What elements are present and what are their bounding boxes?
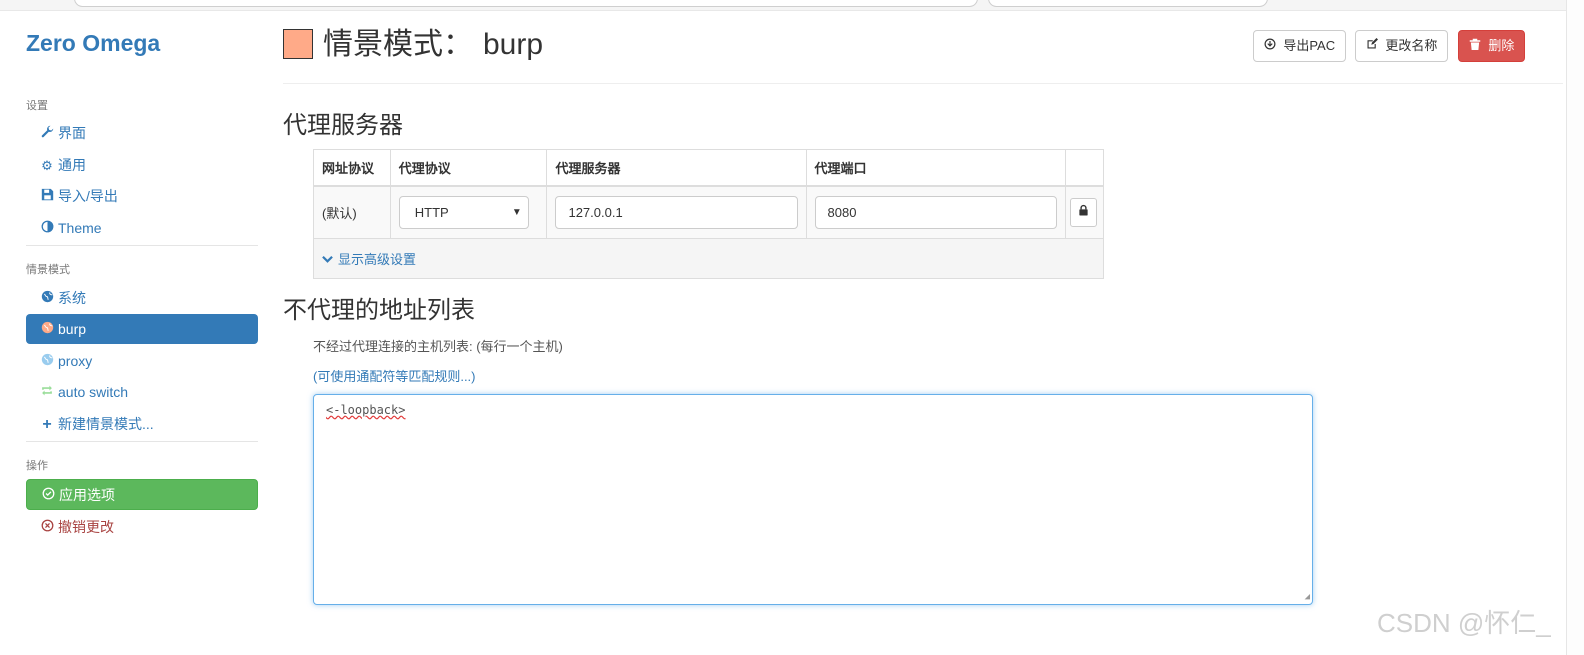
contrast-icon <box>40 214 54 244</box>
plus-icon: + <box>42 416 52 433</box>
watermark: CSDN @怀仁_ <box>1377 608 1551 638</box>
browser-top-strip <box>0 0 1584 11</box>
floppy-icon <box>40 182 54 212</box>
show-advanced-label: 显示高级设置 <box>338 251 417 267</box>
column-header-empty <box>1064 149 1105 187</box>
lock-icon <box>1078 204 1088 215</box>
auth-lock-button[interactable] <box>1069 197 1097 227</box>
advanced-row: 显示高级设置 <box>313 237 1104 279</box>
apply-options-button[interactable]: 应用选项 <box>26 479 258 510</box>
show-advanced-link[interactable]: 显示高级设置 <box>322 252 416 267</box>
edit-icon <box>1366 38 1381 53</box>
export-pac-button[interactable]: 导出PAC <box>1253 30 1347 62</box>
proxy-port-input[interactable]: 8080 <box>814 195 1057 229</box>
proxy-server-input[interactable]: 127.0.0.1 <box>555 195 798 229</box>
sidebar-item-theme[interactable]: Theme <box>26 213 258 243</box>
table-row: (默认) HTTP ▼ 127.0.0.1 8080 <box>313 185 1105 239</box>
proxy-servers-heading: 代理服务器 <box>283 112 403 139</box>
sidebar-item-system[interactable]: 系统 <box>26 283 258 313</box>
column-header-port: 代理端口 <box>805 149 1066 187</box>
resize-grip-icon[interactable]: ◢ <box>1305 592 1310 602</box>
bypass-list-textarea[interactable]: <-loopback> ◢ <box>313 394 1313 605</box>
apply-options-label: 应用选项 <box>59 487 115 503</box>
rename-button[interactable]: 更改名称 <box>1355 30 1449 62</box>
sidebar-item-label: 界面 <box>58 125 86 141</box>
sidebar-item-label: auto switch <box>58 384 129 400</box>
sidebar-divider <box>26 441 258 442</box>
profiles-header: 情景模式 <box>26 264 70 276</box>
sidebar-item-label: burp <box>58 321 87 337</box>
bypass-help-text: 不经过代理连接的主机列表: (每行一个主机) <box>313 339 563 354</box>
bypass-list-heading: 不代理的地址列表 <box>283 297 475 324</box>
sidebar-item-new-profile[interactable]: + 新建情景模式... <box>26 409 258 439</box>
port-cell: 8080 <box>805 185 1066 239</box>
sidebar-item-label: 导入/导出 <box>58 188 118 204</box>
server-cell: 127.0.0.1 <box>546 185 807 239</box>
page-title: 情景模式： burp <box>323 25 543 65</box>
sidebar-item-label: proxy <box>58 353 93 369</box>
wildcard-rules-link[interactable]: (可使用通配符等匹配规则...) <box>313 366 476 385</box>
discard-changes-label: 撤销更改 <box>58 519 114 535</box>
protocol-cell: HTTP ▼ <box>389 185 548 239</box>
table-header-row: 网址协议 代理协议 代理服务器 代理端口 <box>313 149 1105 187</box>
chevron-down-icon <box>322 252 333 267</box>
discard-changes-button[interactable]: 撤销更改 <box>26 512 258 542</box>
switch-arrows-icon <box>40 378 54 408</box>
profile-color-swatch[interactable] <box>283 29 313 59</box>
wrench-icon <box>40 119 54 149</box>
sidebar-item-general[interactable]: ⚙ 通用 <box>26 150 258 180</box>
auth-cell <box>1064 185 1105 239</box>
brand-logo[interactable]: Zero Omega <box>26 30 160 57</box>
globe-icon <box>40 284 54 314</box>
column-header-scheme: 网址协议 <box>313 149 391 187</box>
sidebar-item-interface[interactable]: 界面 <box>26 118 258 148</box>
column-header-server: 代理服务器 <box>546 149 807 187</box>
sidebar-item-label: 通用 <box>58 157 86 173</box>
proxy-servers-table: 网址协议 代理协议 代理服务器 代理端口 (默认) HTTP ▼ 127.0.0… <box>313 149 1105 279</box>
advanced-cell: 显示高级设置 <box>313 237 1104 279</box>
header-divider <box>283 83 1563 84</box>
chevron-down-icon: ▼ <box>511 206 522 218</box>
sidebar-item-auto-switch[interactable]: auto switch <box>26 377 258 407</box>
bypass-list-value: <-loopback> <box>326 403 406 417</box>
check-circle-icon <box>41 481 55 511</box>
globe-icon <box>40 315 54 345</box>
actions-header: 操作 <box>26 460 48 472</box>
delete-label: 删除 <box>1488 38 1515 53</box>
sidebar-item-label: 系统 <box>58 290 86 306</box>
protocol-select[interactable]: HTTP ▼ <box>398 195 529 229</box>
delete-button[interactable]: 删除 <box>1458 30 1526 62</box>
sidebar-item-import-export[interactable]: 导入/导出 <box>26 181 258 211</box>
scheme-cell: (默认) <box>313 185 391 239</box>
page-title-prefix: 情景模式： <box>323 28 473 61</box>
profile-name: burp <box>483 28 544 61</box>
sidebar-divider <box>26 245 258 246</box>
sidebar-item-burp[interactable]: burp <box>26 314 258 344</box>
sidebar-item-proxy[interactable]: proxy <box>26 346 258 376</box>
x-circle-icon <box>40 513 54 543</box>
address-bar[interactable] <box>74 0 978 7</box>
trash-icon <box>1469 38 1484 53</box>
rename-label: 更改名称 <box>1385 38 1438 53</box>
download-circle-icon <box>1264 38 1279 53</box>
column-header-protocol: 代理协议 <box>389 149 548 187</box>
sidebar-item-label: 新建情景模式... <box>58 416 154 432</box>
browser-search-bar[interactable] <box>988 0 1268 7</box>
settings-header: 设置 <box>26 100 48 112</box>
scrollbar[interactable] <box>1566 0 1584 655</box>
sidebar-item-label: Theme <box>58 220 102 236</box>
globe-icon <box>40 347 54 377</box>
protocol-select-value: HTTP <box>414 204 449 220</box>
gear-icon: ⚙ <box>41 158 53 173</box>
export-pac-label: 导出PAC <box>1283 38 1336 53</box>
